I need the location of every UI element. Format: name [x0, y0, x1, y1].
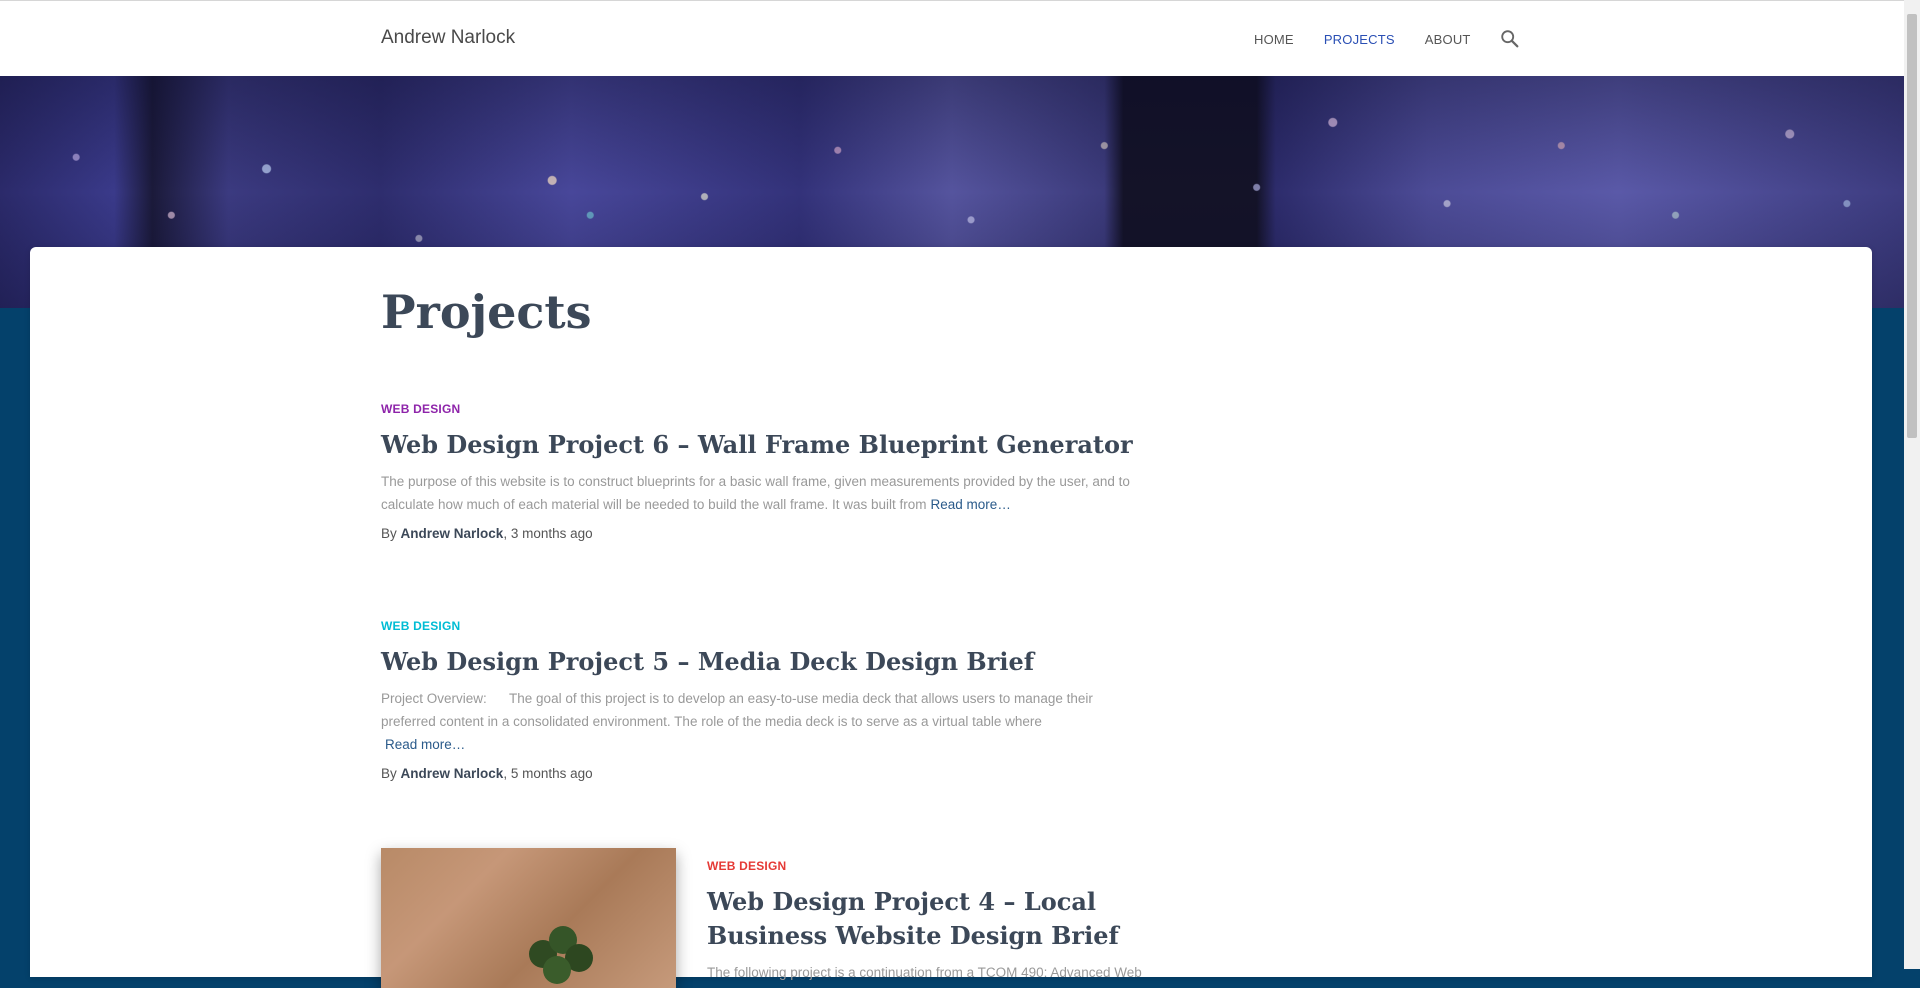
read-more-link[interactable]: Read more…: [385, 737, 465, 752]
top-navbar: Andrew Narlock HOME PROJECTS ABOUT: [0, 0, 1904, 76]
post-item: WEB DESIGN Web Design Project 6 – Wall F…: [381, 400, 1151, 541]
post-byline: By Andrew Narlock, 5 months ago: [381, 766, 1151, 781]
nav-projects[interactable]: PROJECTS: [1324, 32, 1395, 47]
post-item: WEB DESIGN Web Design Project 5 – Media …: [381, 617, 1151, 781]
post-title-link[interactable]: Web Design Project 5 – Media Deck Design…: [381, 645, 1151, 679]
scrollbar-thumb[interactable]: [1907, 14, 1917, 438]
search-icon[interactable]: [1499, 28, 1521, 50]
post-category-link[interactable]: WEB DESIGN: [381, 619, 460, 633]
author-link[interactable]: Andrew Narlock: [401, 766, 504, 781]
post-category-link[interactable]: WEB DESIGN: [707, 859, 786, 873]
nav-about[interactable]: ABOUT: [1425, 32, 1471, 47]
post-excerpt: Project Overview: The goal of this proje…: [381, 687, 1151, 756]
post-byline: By Andrew Narlock, 3 months ago: [381, 526, 1151, 541]
post-excerpt: The purpose of this website is to constr…: [381, 470, 1151, 516]
post-item: WEB DESIGN Web Design Project 4 – Local …: [707, 857, 1167, 984]
author-link[interactable]: Andrew Narlock: [401, 526, 504, 541]
read-more-link[interactable]: Read more…: [931, 497, 1011, 512]
post-time: , 3 months ago: [503, 526, 593, 541]
clover-image: [529, 926, 593, 984]
post-excerpt-text: The purpose of this website is to constr…: [381, 474, 1130, 512]
page-title: Projects: [381, 285, 592, 339]
site-brand[interactable]: Andrew Narlock: [381, 27, 515, 49]
post-title-link[interactable]: Web Design Project 4 – Local Business We…: [707, 885, 1167, 953]
nav-home[interactable]: HOME: [1254, 32, 1294, 47]
post-excerpt-text: Project Overview: The goal of this proje…: [381, 691, 1097, 729]
byline-prefix: By: [381, 526, 397, 541]
main-content-card: Projects WEB DESIGN Web Design Project 6…: [30, 247, 1872, 988]
page-scrollbar[interactable]: [1904, 0, 1920, 969]
main-menu: HOME PROJECTS ABOUT: [1254, 28, 1521, 50]
post-excerpt: The following project is a continuation …: [707, 965, 1142, 980]
post-time: , 5 months ago: [503, 766, 593, 781]
post-thumbnail[interactable]: [381, 848, 676, 988]
post-title-link[interactable]: Web Design Project 6 – Wall Frame Bluepr…: [381, 428, 1151, 462]
post-category-link[interactable]: WEB DESIGN: [381, 402, 460, 416]
byline-prefix: By: [381, 766, 397, 781]
